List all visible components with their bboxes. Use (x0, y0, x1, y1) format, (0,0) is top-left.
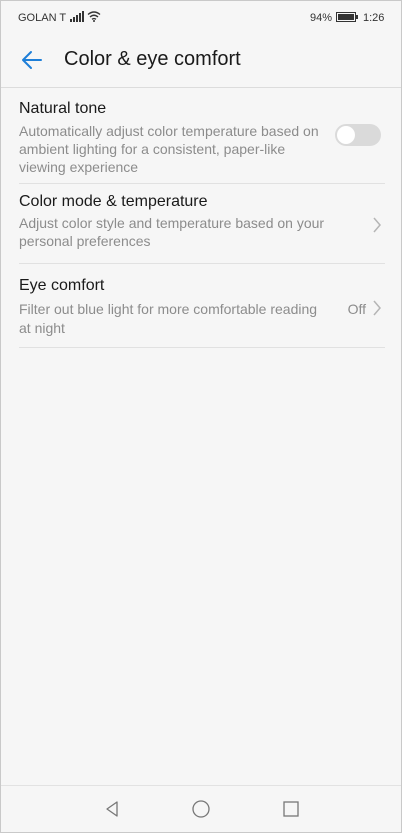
eye-comfort-description: Filter out blue light for more comfortab… (19, 301, 318, 336)
natural-tone-row[interactable]: Natural tone Automatically adjust color … (19, 88, 385, 184)
circle-home-icon[interactable] (191, 799, 211, 819)
battery-icon (336, 12, 358, 22)
color-mode-description: Adjust color style and temperature based… (19, 215, 325, 249)
triangle-back-icon[interactable] (102, 799, 122, 819)
color-mode-row[interactable]: Color mode & temperature Adjust color st… (19, 184, 385, 264)
eye-comfort-row[interactable]: Eye comfort Filter out blue light for mo… (19, 264, 385, 348)
square-recents-icon[interactable] (281, 799, 301, 819)
natural-tone-description: Automatically adjust color temperature b… (19, 123, 319, 175)
eye-comfort-value: Off (347, 301, 366, 317)
app-bar: Color & eye comfort (1, 35, 401, 88)
chevron-right-icon (373, 217, 381, 233)
page-title: Color & eye comfort (64, 48, 241, 70)
signal-icon (70, 11, 84, 22)
status-bar: GOLAN T 94% 1:26 (1, 1, 401, 35)
chevron-right-icon (373, 300, 381, 316)
natural-tone-title: Natural tone (19, 100, 107, 117)
natural-tone-toggle[interactable] (335, 124, 381, 146)
arrow-left-icon[interactable] (19, 47, 45, 73)
carrier-name: GOLAN T (18, 12, 67, 24)
toggle-knob (337, 126, 355, 144)
clock: 1:26 (363, 12, 385, 24)
navigation-bar (1, 785, 401, 832)
battery-percent: 94% (310, 12, 333, 24)
settings-list: Natural tone Automatically adjust color … (19, 88, 385, 348)
color-mode-title: Color mode & temperature (19, 193, 208, 210)
eye-comfort-title: Eye comfort (19, 277, 105, 294)
screen: GOLAN T 94% 1:26 Color & eye comfort Nat… (0, 0, 402, 833)
wifi-icon (87, 11, 101, 22)
